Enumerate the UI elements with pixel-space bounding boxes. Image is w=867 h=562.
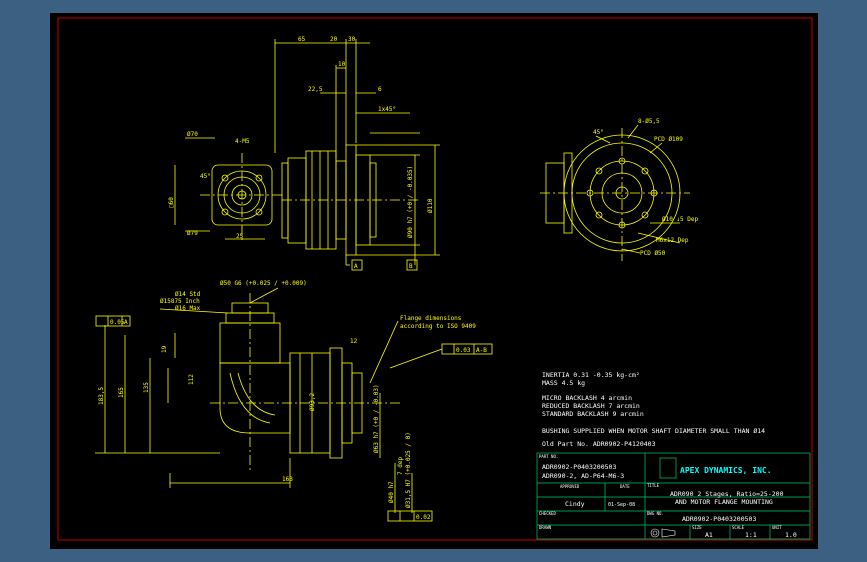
tb-unit: 1.0 [785, 531, 797, 539]
dim-112: 112 [188, 374, 195, 385]
tb-approved-label: APPROVED [560, 484, 580, 489]
dim-square: □60 [168, 197, 175, 208]
dim-4-m5: 4-M5 [235, 138, 250, 145]
tb-part-no-1: ADR0902-P0403200503 [542, 463, 616, 471]
flatness-value: 0.05 [110, 319, 125, 326]
tb-size-label: SIZE [692, 525, 702, 530]
dim-14-std: Ø14 Std [175, 291, 201, 298]
spec-reduced-backlash: REDUCED BACKLASH 7 arcmin [542, 402, 640, 410]
dim-90-h7: Ø90 h7 (+0 / -0.035) [407, 166, 414, 238]
dim-93: Ø93,2 [309, 393, 316, 411]
dim-31-h7: Ø31,5 H7 (+0.025 / 0) [405, 432, 412, 508]
flatness-datum: A [124, 319, 128, 326]
dim-6: 6 [378, 86, 382, 93]
dim-25: 25 [236, 233, 244, 240]
dim-45-right: 45° [593, 129, 604, 136]
tb-scale-label: SCALE [732, 525, 745, 530]
dim-45: 45° [200, 173, 211, 180]
top-view [274, 39, 440, 271]
tb-company: APEX DYNAMICS, INC. [680, 466, 772, 475]
position-value: 0.02 [416, 514, 431, 521]
dim-70: Ø70 [187, 131, 198, 138]
dim-12: 12 [350, 338, 358, 345]
dim-183: 183,5 [98, 387, 105, 405]
tb-date-label: DATE [620, 484, 630, 489]
tb-size: A1 [705, 531, 713, 539]
tb-title-label: TITLE [647, 483, 660, 488]
dim-50-g6: Ø50 G6 (+0.025 / +0.009) [220, 280, 307, 287]
dim-7-dep: 7 dep [397, 457, 404, 475]
dim-63-h7: Ø63 h7 (+0 / -0.03) [373, 384, 380, 453]
dim-15875-inch: Ø15875 Inch [160, 298, 200, 305]
tb-part-no-2: ADR090-2, AD-P64-M6-3 [542, 472, 624, 480]
datum-b-label: B [409, 263, 413, 270]
tb-scale: 1:1 [745, 531, 757, 539]
tb-drawn-label: DRAWN [539, 525, 552, 530]
spec-micro-backlash: MICRO BACKLASH 4 arcmin [542, 394, 632, 402]
note-flange-1: Flange dimensions [400, 315, 462, 322]
dim-16-max: Ø16 Max [175, 305, 201, 312]
datum-a-label: A [354, 263, 358, 270]
dim-22: 22,5 [308, 86, 323, 93]
left-view [174, 137, 285, 241]
cad-sheet: 65 20 30 10 22,5 6 1x45° Ø90 h7 (+0 / -0… [57, 17, 813, 541]
dim-m6: M6x12 Dep [656, 237, 689, 244]
tb-date: 01-Sep-08 [608, 502, 635, 508]
spec-bushing: BUSHING SUPPLIED WHEN MOTOR SHAFT DIAMET… [542, 427, 765, 435]
projection-symbol [650, 528, 676, 538]
spec-inertia: INERTIA 0.31 -0.35 kg-cm² [542, 371, 640, 379]
spec-mass: MASS 4.5 kg [542, 379, 585, 387]
runout-value: 0.03 [456, 347, 471, 354]
dim-135: 135 [143, 382, 150, 393]
spec-old-part: Old Part No. ADR0902-P4120403 [542, 440, 656, 448]
tb-checked-label: CHECKED [539, 511, 556, 516]
note-flange-2: according to ISO 9409 [400, 323, 476, 330]
dim-40-h7: Ø40 h7 [388, 481, 395, 503]
motor-flange [287, 157, 307, 244]
sheet-border [57, 17, 813, 541]
runout-datum: A-B [476, 347, 487, 354]
dim-110: Ø110 [427, 198, 434, 213]
dim-chamfer: 1x45° [378, 106, 396, 113]
dim-30: 30 [348, 36, 356, 43]
dim-20: 20 [330, 36, 338, 43]
tb-part-no-label: PART NO. [539, 454, 558, 459]
dim-10: 10 [338, 61, 346, 68]
tb-dwg-no: ADR0902-P0403200503 [682, 515, 756, 523]
tb-approver: Cindy [565, 500, 585, 508]
dim-65: 65 [298, 36, 306, 43]
tb-title-1: ADR090 2 Stages, Ratio=25-200 [670, 490, 784, 498]
dim-165: 165 [118, 387, 125, 398]
dim-10-dep: Ø10 ↓5 Dep [662, 216, 699, 223]
tb-dwg-label: DWG NO. [647, 511, 664, 516]
dim-19: 19 [161, 345, 168, 353]
dim-8-holes: 8-Ø5,5 [638, 118, 660, 125]
drawing-canvas[interactable]: 65 20 30 10 22,5 6 1x45° Ø90 h7 (+0 / -0… [50, 13, 818, 549]
dim-pcd-50: PCD Ø50 [640, 250, 666, 257]
tb-unit-label: UNIT [772, 525, 782, 530]
dim-163: 163 [282, 476, 293, 483]
tb-title-2: AND MOTOR FLANGE MOUNTING [675, 498, 773, 506]
spec-standard-backlash: STANDARD BACKLASH 9 arcmin [542, 410, 644, 418]
dim-79: Ø79 [187, 230, 198, 237]
spec-notes: INERTIA 0.31 -0.35 kg-cm² MASS 4.5 kg MI… [542, 371, 765, 448]
dim-pcd-109: PCD Ø109 [654, 136, 683, 143]
